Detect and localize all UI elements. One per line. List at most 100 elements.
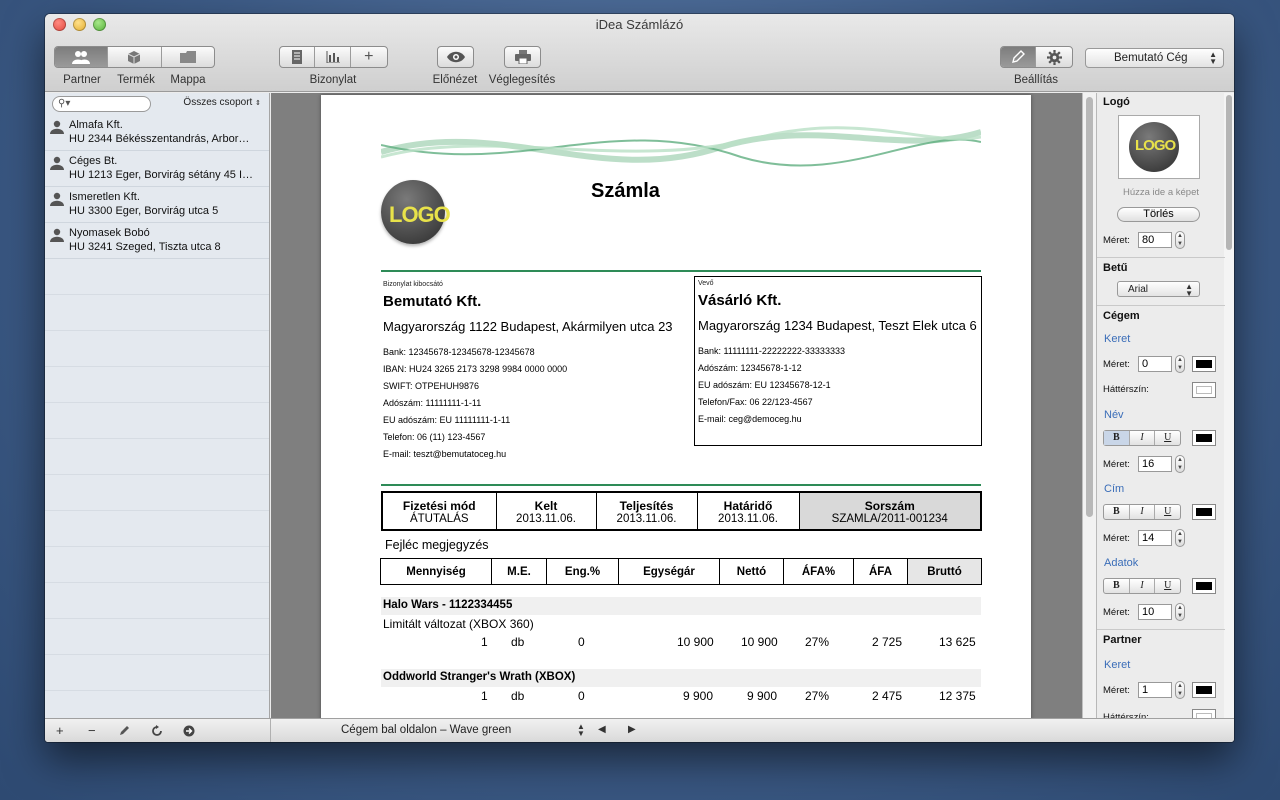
preferences-button[interactable] bbox=[1036, 47, 1072, 67]
termek-tab[interactable] bbox=[108, 47, 162, 67]
bold-button[interactable]: B bbox=[1104, 431, 1130, 445]
underline-button[interactable]: U bbox=[1155, 579, 1180, 593]
data-subsection: Adatok bbox=[1104, 557, 1139, 569]
invoice-page: LOGO Számla Bizonylat kibocsátó Bemutató… bbox=[321, 95, 1031, 718]
partner-tab[interactable] bbox=[55, 47, 109, 67]
column-header: ÁFA bbox=[853, 558, 908, 585]
address-color-well[interactable] bbox=[1192, 504, 1216, 520]
partner-bg-color-well[interactable] bbox=[1192, 709, 1216, 718]
italic-button[interactable]: I bbox=[1130, 431, 1156, 445]
people-icon bbox=[72, 51, 91, 64]
data-color-well[interactable] bbox=[1192, 578, 1216, 594]
name-style-control: B I U bbox=[1103, 430, 1181, 446]
address-size-field[interactable]: 14 bbox=[1138, 530, 1172, 546]
list-item[interactable]: Céges Bt. HU 1213 Eger, Borvirág sétány … bbox=[45, 151, 269, 187]
bold-button[interactable]: B bbox=[1104, 579, 1130, 593]
edit-layout-button[interactable] bbox=[1001, 47, 1037, 67]
border-size-field[interactable]: 0 bbox=[1138, 356, 1172, 372]
scrollbar-thumb[interactable] bbox=[1086, 97, 1093, 517]
preview-button[interactable] bbox=[437, 46, 474, 68]
list-item[interactable]: Almafa Kft. HU 2344 Békésszentandrás, Ar… bbox=[45, 115, 269, 151]
issuer-detail: SWIFT: OTPEHUH9876 bbox=[383, 381, 480, 391]
template-select[interactable]: Cégem bal oldalon – Wave green bbox=[341, 724, 511, 736]
person-icon bbox=[50, 120, 64, 134]
name-size-field[interactable]: 16 bbox=[1138, 456, 1172, 472]
chevron-updown-icon: ⇕ bbox=[255, 100, 261, 107]
new-document-button[interactable]: + bbox=[351, 47, 387, 67]
eye-icon bbox=[446, 51, 465, 63]
mappa-tab[interactable] bbox=[162, 47, 214, 67]
size-label: Méret: bbox=[1103, 685, 1130, 696]
pencil-icon[interactable] bbox=[119, 725, 130, 736]
column-header: Mennyiség bbox=[380, 558, 492, 585]
divider bbox=[1097, 257, 1225, 258]
next-template-button[interactable]: ▶ bbox=[628, 724, 636, 735]
italic-button[interactable]: I bbox=[1130, 505, 1156, 519]
search-input[interactable]: ⚲▾ bbox=[52, 96, 151, 112]
add-partner-button[interactable]: + bbox=[56, 723, 64, 738]
finalize-button[interactable] bbox=[504, 46, 541, 68]
partner-border-size-stepper[interactable]: ▲ ▼ bbox=[1175, 681, 1185, 699]
list-item[interactable]: Ismeretlen Kft. HU 3300 Eger, Borvirág u… bbox=[45, 187, 269, 223]
bottom-bar: + − Cégem bal oldalon – Wave green ▲ ▼ ◀ … bbox=[45, 718, 1234, 742]
issuer-detail: E-mail: teszt@bemutatoceg.hu bbox=[383, 449, 507, 459]
border-color-well[interactable] bbox=[1192, 356, 1216, 372]
document-list-button[interactable] bbox=[280, 47, 316, 67]
item-qty: 1 bbox=[481, 689, 488, 703]
invoice-logo: LOGO bbox=[381, 180, 501, 260]
divider bbox=[1097, 305, 1225, 306]
font-select[interactable]: Arial ▲ ▼ bbox=[1117, 281, 1200, 298]
address-size-stepper[interactable]: ▲ ▼ bbox=[1175, 529, 1185, 547]
previous-template-button[interactable]: ◀ bbox=[598, 724, 606, 735]
partner-border-color-well[interactable] bbox=[1192, 682, 1216, 698]
partner-name: Ismeretlen Kft. bbox=[69, 191, 140, 203]
name-size-stepper[interactable]: ▲ ▼ bbox=[1175, 455, 1185, 473]
list-item[interactable]: Nyomasek Bobó HU 3241 Szeged, Tiszta utc… bbox=[45, 223, 269, 259]
divider-line bbox=[381, 270, 981, 272]
logo-section-title: Logó bbox=[1103, 96, 1130, 108]
name-color-well[interactable] bbox=[1192, 430, 1216, 446]
data-size-stepper[interactable]: ▲ ▼ bbox=[1175, 603, 1185, 621]
logo-size-stepper[interactable]: ▲ ▼ bbox=[1175, 231, 1185, 249]
issuer-address: Magyarország 1122 Budapest, Akármilyen u… bbox=[383, 319, 673, 334]
group-select[interactable]: Összes csoport ⇕ bbox=[183, 97, 261, 108]
underline-button[interactable]: U bbox=[1155, 431, 1180, 445]
meta-value: 2013.11.06. bbox=[516, 512, 576, 525]
item-unit: db bbox=[511, 689, 525, 703]
meta-cell: Sorszám SZAMLA/2011-001234 bbox=[798, 491, 982, 531]
pencil-icon bbox=[1012, 50, 1026, 63]
data-size-field[interactable]: 10 bbox=[1138, 604, 1172, 620]
toolbar: iDea Számlázó Partner Termék Mappa + Biz… bbox=[45, 14, 1234, 92]
logo-drop-well[interactable]: LOGO bbox=[1118, 115, 1200, 179]
bg-color-well[interactable] bbox=[1192, 382, 1216, 398]
chevron-updown-icon[interactable]: ▲ ▼ bbox=[577, 723, 585, 738]
header-note: Fejléc megjegyzés bbox=[385, 538, 489, 552]
search-icon: ⚲▾ bbox=[58, 98, 71, 109]
delete-logo-button[interactable]: Törlés bbox=[1117, 207, 1200, 222]
item-name: Oddworld Stranger's Wrath (XBOX) bbox=[381, 669, 981, 687]
border-size-stepper[interactable]: ▲ ▼ bbox=[1175, 355, 1185, 373]
arrow-right-circle-icon[interactable] bbox=[183, 725, 195, 737]
empty-list-area bbox=[45, 259, 269, 714]
remove-partner-button[interactable]: − bbox=[88, 723, 96, 738]
logo-text: LOGO bbox=[389, 202, 451, 228]
statistics-button[interactable] bbox=[315, 47, 351, 67]
document-scrollbar[interactable] bbox=[1082, 93, 1096, 718]
item-vat: 2 725 bbox=[872, 635, 903, 649]
partner-section-title: Partner bbox=[1103, 634, 1142, 646]
partner-list: Almafa Kft. HU 2344 Békésszentandrás, Ar… bbox=[45, 115, 269, 259]
mappa-label: Mappa bbox=[170, 74, 206, 86]
inspector-scrollbar[interactable] bbox=[1224, 93, 1234, 718]
name-subsection: Név bbox=[1104, 409, 1124, 421]
drag-hint: Húzza ide a képet bbox=[1122, 187, 1200, 198]
scrollbar-thumb[interactable] bbox=[1226, 95, 1232, 250]
font-select-value: Arial bbox=[1128, 283, 1149, 295]
italic-button[interactable]: I bbox=[1130, 579, 1156, 593]
bar-chart-icon bbox=[326, 51, 340, 63]
partner-border-size-field[interactable]: 1 bbox=[1138, 682, 1172, 698]
bold-button[interactable]: B bbox=[1104, 505, 1130, 519]
logo-size-field[interactable]: 80 bbox=[1138, 232, 1172, 248]
refresh-icon[interactable] bbox=[151, 725, 163, 737]
company-select[interactable]: Bemutató Cég ▲ ▼ bbox=[1085, 48, 1224, 68]
underline-button[interactable]: U bbox=[1155, 505, 1180, 519]
